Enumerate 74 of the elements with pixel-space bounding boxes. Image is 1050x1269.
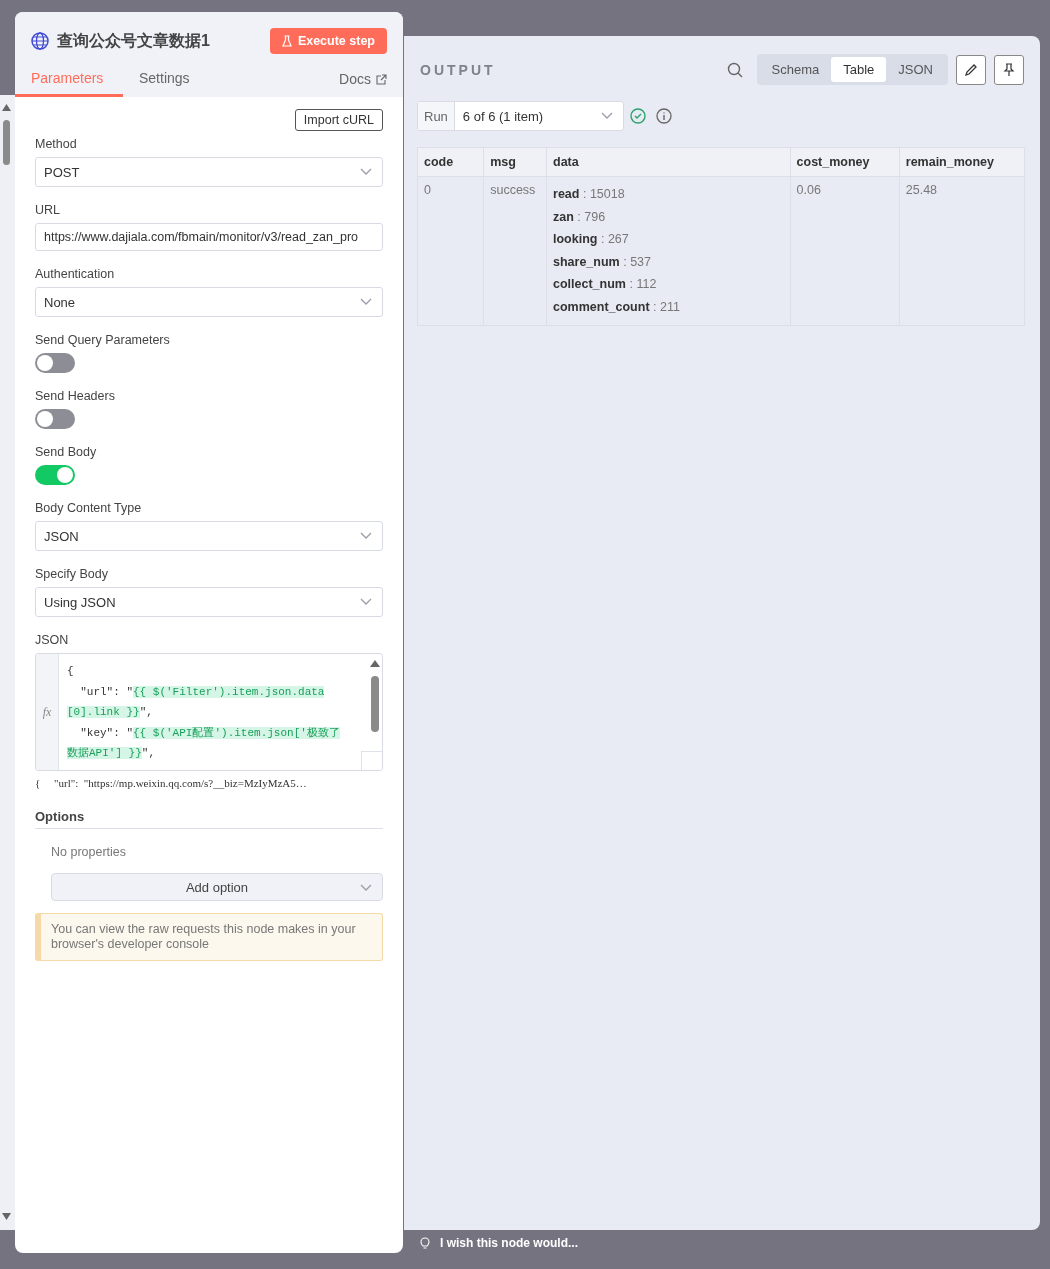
add-option-dropdown[interactable]: Add option [51,873,383,901]
view-tab[interactable]: Table [831,57,887,82]
field-label: URL [35,203,61,217]
column-header: remain_money [899,147,1025,177]
scrollbar-thumb[interactable] [3,120,10,165]
empty-text: No properties [51,845,128,859]
result-preview: { "url": "https://mp.weixin.qq.com/s?__biz=MzIyMzA5… [35,777,308,789]
external-link-icon [376,73,387,85]
view-tab[interactable]: JSON [886,57,945,82]
pin-icon [1003,62,1015,77]
docs-link[interactable]: Docs [339,71,387,97]
info-notice: You can view the raw requests this node makes in your browser's developer console [35,913,383,961]
scroll-up-icon[interactable] [370,660,380,667]
field-label: Send Body [35,445,98,459]
key-value: collect_num : 112 [553,276,658,294]
chevron-down-icon [360,532,372,540]
flask-icon [281,35,292,47]
code-line: "url": "{{ $('Filter').item.json.data [79,684,326,700]
select-field[interactable]: JSON [35,521,383,551]
output-title: OUTPUT [419,61,497,78]
column-header: data [546,147,791,177]
scroll-down-icon[interactable] [2,1213,11,1220]
info-icon[interactable] [655,108,672,124]
field-label: Specify Body [35,567,109,581]
run-selector[interactable]: Run 6 of 6 (1 item) [417,101,624,131]
field-label: Body Content Type [35,501,143,515]
field-label: Method [35,137,78,151]
node-title: 查询公众号文章数据1 [57,30,211,51]
pin-button[interactable] [994,54,1024,85]
select-field[interactable]: Using JSON [35,587,383,617]
code-editor[interactable]: fx { "url": "{{ $('Filter').item.json.data [0].link }}", "key": "{{ $('API配置').item.json['极致了 数据API'] }}", [35,653,383,771]
input-field[interactable]: https://www.dajiala.com/fbmain/monitor/v3/read_zan_pro [35,223,383,251]
pencil-icon [964,62,978,77]
key-value: looking : 267 [553,231,630,249]
field-label: Send Query Parameters [35,333,171,347]
key-value: zan : 796 [553,208,607,226]
chevron-down-icon [360,598,372,606]
table-cell: success [483,176,547,326]
scroll-up-icon[interactable] [2,104,11,111]
select-field[interactable]: None [35,287,383,317]
table-cell: 0 [417,176,484,326]
panel-tab[interactable]: Settings [123,64,206,97]
chevron-down-icon [600,112,613,120]
toggle-switch[interactable] [35,409,75,429]
code-line: "key": "{{ $('API配置').item.json['极致了 [79,725,341,741]
key-value: share_num : 537 [553,253,653,271]
table-cell: 0.06 [790,176,900,326]
chevron-down-icon [360,168,372,176]
chevron-down-icon [360,298,372,306]
toggle-switch[interactable] [35,465,75,485]
view-tab[interactable]: Schema [759,57,832,82]
expression-icon: fx [42,704,52,720]
scrollbar-thumb[interactable] [371,676,379,732]
chevron-down-icon [360,884,372,892]
field-label: JSON [35,633,70,647]
code-line: { [67,664,75,679]
section-title: Options [35,809,383,829]
search-icon[interactable] [726,61,743,78]
column-header: msg [483,147,547,177]
table-cell: 25.48 [899,176,1025,326]
key-value: comment_count : 211 [553,298,681,316]
lightbulb-icon [420,1236,430,1250]
edit-button[interactable] [956,54,986,85]
column-header: code [417,147,484,177]
import-curl-button[interactable]: Import cURL [294,109,383,131]
field-label: Authentication [35,267,116,281]
field-label: Send Headers [35,389,116,403]
key-value: read : 15018 [553,186,626,203]
toggle-switch[interactable] [35,353,75,373]
success-check-icon [629,108,646,124]
globe-icon [31,32,49,50]
column-header: cost_money [790,147,900,177]
select-field[interactable]: POST [35,157,383,187]
feedback-link[interactable]: I wish this node would... [440,1236,578,1250]
